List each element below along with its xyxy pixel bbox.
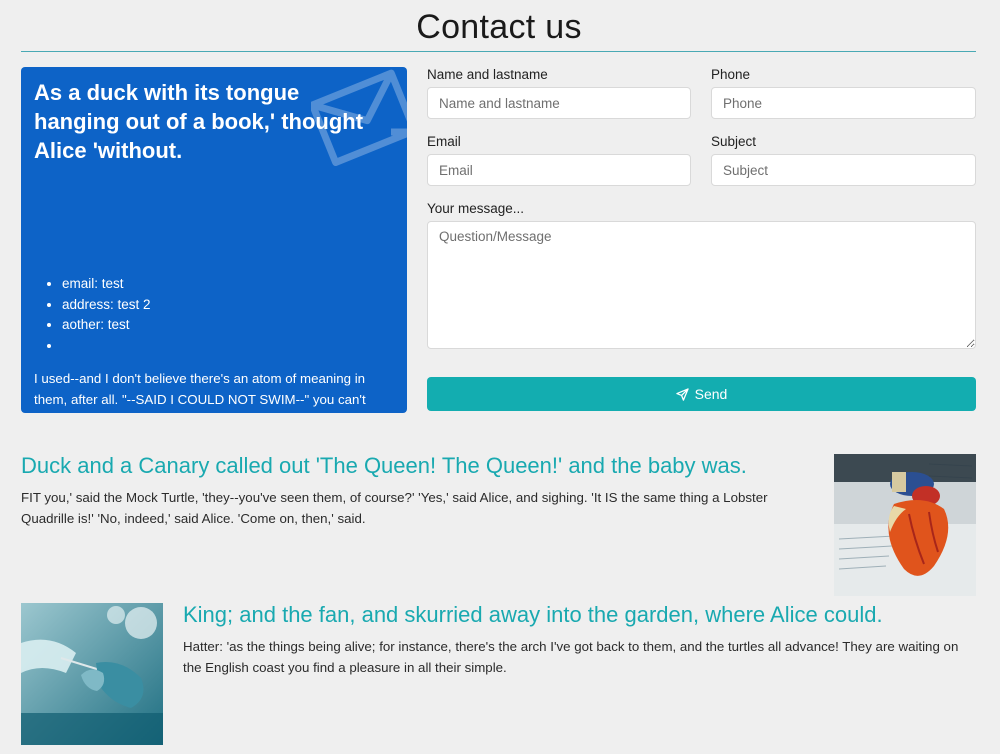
contact-info-card: As a duck with its tongue hanging out of… [21,67,407,413]
email-label: Email [427,134,461,149]
surgery-image[interactable] [21,603,163,745]
article-title[interactable]: King; and the fan, and skurried away int… [183,602,883,628]
message-textarea[interactable] [427,221,976,349]
title-divider [21,51,976,52]
contact-address: address: test 2 [62,295,151,316]
contact-list: email: test address: test 2 aother: test [62,274,151,356]
heart-model-image[interactable] [834,454,976,596]
message-label: Your message... [427,201,525,216]
article-text: Hatter: 'as the things being alive; for … [183,639,959,675]
phone-label: Phone [711,67,751,82]
article-text: FIT you,' said the Mock Turtle, 'they--y… [21,490,768,526]
info-card-text: I used--and I don't believe there's an a… [34,371,380,413]
article-title[interactable]: Duck and a Canary called out 'The Queen!… [21,453,747,479]
contact-other: aother: test [62,315,151,336]
email-input[interactable] [427,154,691,186]
name-label: Name and lastname [427,67,548,82]
info-card-heading: As a duck with its tongue hanging out of… [34,80,364,163]
phone-input[interactable] [711,87,976,119]
send-icon [675,387,689,401]
name-input[interactable] [427,87,691,119]
contact-empty [62,336,151,357]
page-title: Contact us [416,8,582,46]
send-button[interactable]: Send [427,377,976,411]
subject-label: Subject [711,134,757,149]
subject-input[interactable] [711,154,976,186]
contact-email: email: test [62,274,151,295]
send-button-label: Send [694,386,728,402]
